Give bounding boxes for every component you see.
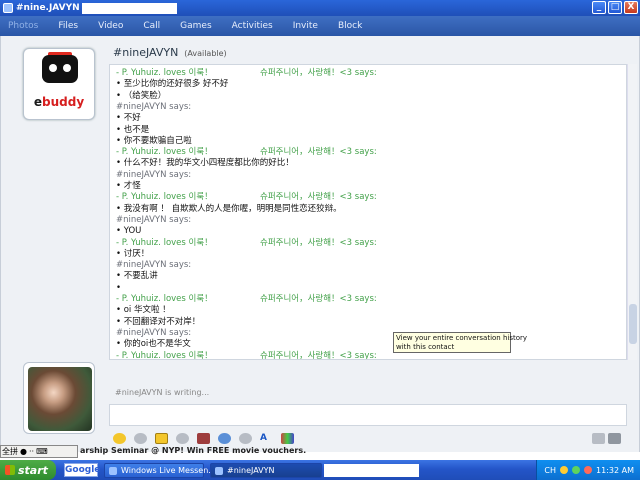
sender-line: - P. Yuhuiz. loves 이룩！ 슈퍼주니어，사랑해！<3 says: bbox=[116, 350, 377, 360]
ebuddy-logo-text: ebuddy bbox=[33, 95, 85, 109]
menu-games[interactable]: Games bbox=[180, 21, 211, 31]
google-search-box[interactable]: Google bbox=[64, 463, 100, 477]
sender-line: - P. Yuhuiz. loves 이룩！ 슈퍼주니어，사랑해！<3 says: bbox=[116, 237, 377, 248]
action-bar: Photos Files Video Call Games Activities… bbox=[0, 16, 640, 36]
background-icon[interactable] bbox=[197, 432, 210, 444]
tray-icon[interactable] bbox=[572, 466, 581, 474]
ime-mode[interactable]: 全拼 bbox=[2, 446, 18, 457]
sender-line: #nineJAVYN says: bbox=[116, 214, 192, 225]
message-line: • 你的oi也不是华文 bbox=[116, 339, 191, 350]
message-line: • 至少比你的还好很多 好不好 bbox=[116, 79, 229, 90]
sender-line: #nineJAVYN says: bbox=[116, 169, 192, 180]
font-icon[interactable]: A bbox=[260, 433, 273, 444]
ad-ticker[interactable]: arship Seminar @ NYP! Win FREE movie vou… bbox=[80, 446, 306, 455]
menu-files[interactable]: Files bbox=[58, 21, 78, 31]
message-line: • 才怪 bbox=[116, 181, 141, 191]
close-button[interactable]: X bbox=[624, 1, 638, 14]
menu-activities[interactable]: Activities bbox=[232, 21, 273, 31]
message-line: • 什么不好！我的华文小四程度都比你的好比！ bbox=[116, 158, 294, 169]
menu-photos[interactable]: Photos bbox=[8, 21, 38, 31]
language-indicator[interactable]: CH bbox=[544, 466, 556, 475]
message-line: • （给笑脸） bbox=[116, 90, 167, 101]
voice-clip-icon[interactable] bbox=[134, 432, 147, 444]
ime-punct[interactable]: ● bbox=[20, 447, 27, 456]
task-messenger[interactable]: Windows Live Messen... bbox=[104, 462, 216, 478]
message-line: • bbox=[116, 282, 122, 293]
message-line: • 也不是 bbox=[116, 124, 150, 135]
tray-icon[interactable] bbox=[584, 466, 593, 474]
scrollbar-thumb[interactable] bbox=[629, 304, 637, 344]
music-icon[interactable] bbox=[239, 432, 252, 444]
my-photo bbox=[28, 367, 92, 431]
window-title: #nine.JAVYN bbox=[16, 3, 80, 13]
message-line: • 不要乱讲 bbox=[116, 271, 158, 282]
window-controls: _ □ X bbox=[592, 1, 638, 14]
ebuddy-logo-icon bbox=[42, 55, 78, 83]
message-line: • 我没有啊 ！ 自欺欺人的人是你喔，明明是同性恋还狡辩。 bbox=[116, 203, 342, 214]
contact-status: (Available) bbox=[184, 49, 227, 58]
color-icon[interactable] bbox=[281, 432, 294, 444]
sender-line: - P. Yuhuiz. loves 이룩！ 슈퍼주니어，사랑해！<3 says: bbox=[116, 294, 377, 304]
tray-icon[interactable] bbox=[560, 466, 569, 474]
menu-video[interactable]: Video bbox=[98, 21, 123, 31]
sender-line: - P. Yuhuiz. loves 이룩！ 슈퍼주니어，사랑해！<3 says: bbox=[116, 192, 377, 203]
system-tray: CH 11:32 AM bbox=[536, 460, 640, 480]
message-line: • 你不要欺骗自己啦 bbox=[116, 135, 192, 146]
maximize-button[interactable]: □ bbox=[608, 1, 622, 14]
sender-line: - P. Yuhuiz. loves 이룩！ 슈퍼주니어，사랑해！<3 says: bbox=[116, 68, 377, 78]
clock: 11:32 AM bbox=[596, 465, 634, 475]
ime-keyboard-icon[interactable]: ⌨ bbox=[36, 447, 48, 456]
wink-icon[interactable] bbox=[155, 432, 168, 444]
my-display-picture[interactable] bbox=[23, 362, 95, 434]
sender-line: - P. Yuhuiz. loves 이룩！ 슈퍼주니어，사랑해！<3 says: bbox=[116, 147, 377, 158]
typing-indicator: #nineJAVYN is writing... bbox=[115, 388, 210, 397]
conversation-window: ebuddy #nineJAVYN (Available) - P. Yuhui… bbox=[0, 36, 640, 452]
messenger-icon bbox=[3, 3, 13, 13]
task-conversation[interactable]: #nineJAVYN bbox=[210, 462, 322, 478]
menu-block[interactable]: Block bbox=[338, 21, 362, 31]
menu-invite[interactable]: Invite bbox=[293, 21, 318, 31]
taskbar: start Google Windows Live Messen... #nin… bbox=[0, 460, 640, 480]
message-line: • YOU bbox=[116, 226, 142, 237]
handwriting-icon[interactable] bbox=[592, 432, 605, 444]
screen: #nine.JAVYN _ □ X Photos Files Video Cal… bbox=[0, 0, 640, 480]
contact-display-picture[interactable]: ebuddy bbox=[23, 48, 95, 120]
message-line: • 不回翻译对不对岸！ bbox=[116, 316, 201, 327]
nudge-icon[interactable] bbox=[176, 432, 189, 444]
task-redaction bbox=[324, 463, 419, 477]
contact-name: #nineJAVYN bbox=[113, 46, 179, 59]
menu-call[interactable]: Call bbox=[143, 21, 160, 31]
ink-icon[interactable] bbox=[608, 432, 621, 444]
start-button[interactable]: start bbox=[0, 460, 56, 480]
sender-line: #nineJAVYN says: bbox=[116, 327, 192, 338]
contact-header: #nineJAVYN (Available) bbox=[113, 46, 633, 60]
message-input[interactable] bbox=[109, 404, 627, 426]
message-line: • 讨厌！ bbox=[116, 248, 150, 259]
conversation-scrollbar[interactable] bbox=[627, 64, 637, 360]
conversation-history[interactable]: - P. Yuhuiz. loves 이룩！ 슈퍼주니어，사랑해！<3 says:… bbox=[109, 64, 627, 360]
message-line: • 不好 bbox=[116, 113, 141, 124]
history-tooltip: View your entire conversation history wi… bbox=[393, 332, 527, 353]
title-redaction bbox=[81, 2, 177, 14]
message-line: • oi 华文啦 ！ bbox=[116, 305, 171, 316]
title-bar: #nine.JAVYN _ □ X bbox=[0, 0, 640, 16]
games-icon[interactable] bbox=[218, 432, 231, 444]
emoticon-icon[interactable] bbox=[113, 432, 126, 444]
ime-toolbar: 全拼 ● ·· ⌨ bbox=[0, 445, 78, 458]
ime-width[interactable]: ·· bbox=[29, 447, 34, 456]
sender-line: #nineJAVYN says: bbox=[116, 101, 192, 112]
minimize-button[interactable]: _ bbox=[592, 1, 606, 14]
sender-line: #nineJAVYN says: bbox=[116, 260, 192, 271]
compose-toolbar: A bbox=[113, 430, 633, 446]
